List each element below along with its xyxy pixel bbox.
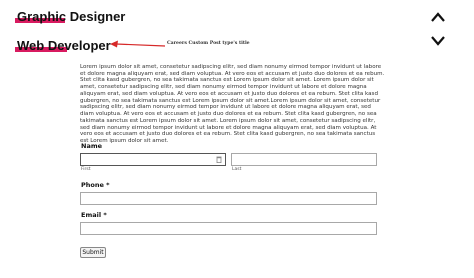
name-label: Name: [81, 142, 103, 150]
accordion-title-web-developer[interactable]: Web Developer: [15, 38, 111, 53]
phone-input[interactable]: [80, 192, 377, 205]
first-sublabel: First: [81, 167, 91, 172]
accordion-title-text: Web Developer: [17, 38, 111, 53]
submit-button[interactable]: Submit: [80, 247, 106, 258]
email-label: Email *: [81, 211, 107, 219]
chevron-up-icon[interactable]: [430, 11, 446, 23]
chevron-down-icon[interactable]: [430, 34, 446, 46]
last-sublabel: Last: [232, 167, 242, 172]
annotation-arrow-icon: [110, 40, 166, 48]
annotation-note: Careers Custom Post type's title: [167, 41, 250, 46]
accordion-title-graphic-designer[interactable]: Graphic Designer: [15, 9, 126, 24]
email-input[interactable]: [80, 222, 377, 235]
last-name-input[interactable]: [231, 153, 377, 166]
job-description: Lorem ipsum dolor sit amet, consetetur s…: [80, 64, 385, 145]
trash-icon[interactable]: [216, 156, 222, 163]
first-name-input[interactable]: [80, 153, 226, 166]
accordion-title-text: Graphic Designer: [17, 9, 126, 24]
phone-label: Phone *: [81, 181, 110, 189]
